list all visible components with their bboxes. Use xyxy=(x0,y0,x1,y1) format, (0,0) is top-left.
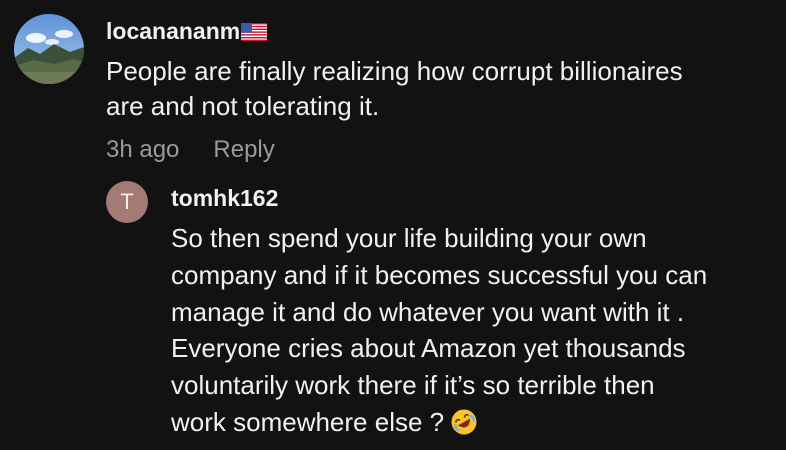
rolling-on-floor-laughing-emoji-icon xyxy=(450,408,478,436)
reply-username[interactable]: tomhk162 xyxy=(171,185,278,212)
reply-button[interactable]: Reply xyxy=(213,136,274,164)
comment-timestamp: 3h ago xyxy=(106,136,180,163)
reply-body-line-text: work somewhere else ? xyxy=(171,406,445,437)
reply-avatar-letter: T xyxy=(120,189,134,214)
mountain-landscape-avatar-icon xyxy=(14,14,84,84)
reply-body-line: Everyone cries about Amazon yet thousand… xyxy=(171,333,686,364)
reply-body-line: company and if it becomes successful you… xyxy=(171,259,708,290)
comment-body-line: People are finally realizing how corrupt… xyxy=(106,56,683,86)
user-avatar[interactable] xyxy=(14,14,84,84)
reply-body: So then spend your life building your ow… xyxy=(171,220,781,441)
comment-body: People are finally realizing how corrupt… xyxy=(106,54,776,124)
comment-meta: 3h ago Reply xyxy=(106,136,275,164)
reply-avatar[interactable]: T xyxy=(106,181,148,223)
comment-username[interactable]: locanananm xyxy=(106,18,268,45)
comment-username-text[interactable]: locanananm xyxy=(106,18,240,45)
reply-body-line: So then spend your life building your ow… xyxy=(171,223,647,253)
comment-body-line: are and not tolerating it. xyxy=(106,91,380,121)
us-flag-icon xyxy=(241,22,268,41)
reply-body-line: manage it and do whatever you want with … xyxy=(171,296,685,327)
reply-body-last-line: work somewhere else ? xyxy=(171,404,781,441)
reply-body-line: voluntarily work there if it’s so terrib… xyxy=(171,370,655,401)
